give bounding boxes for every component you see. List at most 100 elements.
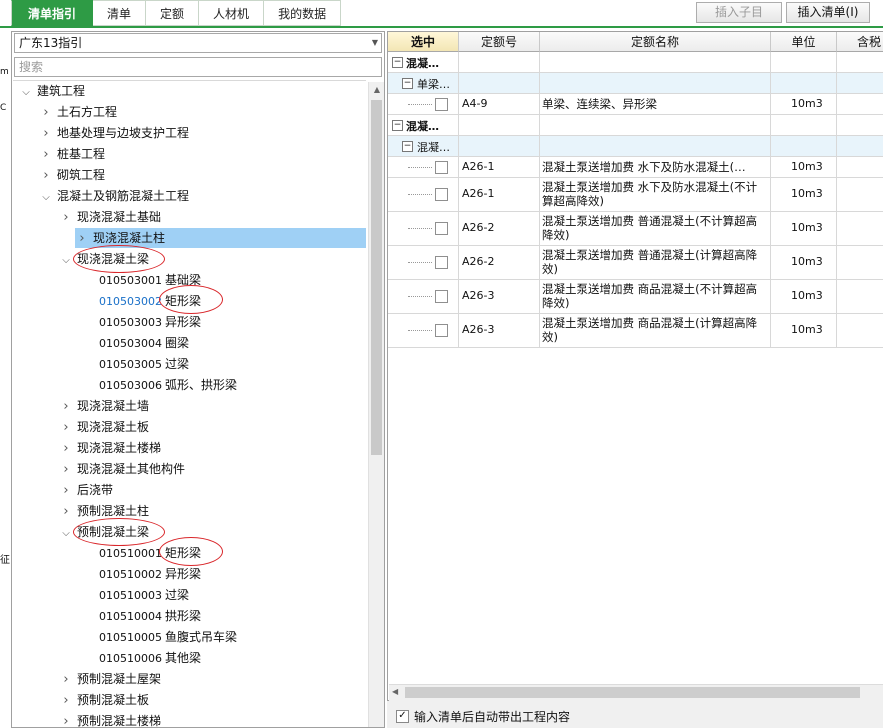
quota-row[interactable]: A26-2 混凝土泵送增加费 普通混凝土(不计算超高降效) 10m3 — [388, 212, 883, 246]
collapse-icon[interactable]: ⌵ — [19, 83, 33, 103]
expand-icon[interactable]: › — [39, 166, 53, 186]
tree-node-5[interactable]: ⌵ 混凝土及钢筋混凝土工程 — [13, 186, 189, 206]
expand-icon[interactable]: › — [59, 439, 73, 459]
dropdown-arrow-icon[interactable]: ▼ — [372, 34, 378, 52]
tree-item-label: 过梁 — [165, 357, 190, 371]
quota-unit: 10m3 — [791, 289, 823, 302]
row-select-checkbox[interactable] — [435, 256, 448, 269]
expand-icon[interactable]: › — [59, 712, 73, 727]
quota-name: 混凝土泵送增加费 商品混凝土(不计算超高降效) — [542, 282, 758, 310]
expand-icon[interactable]: › — [39, 145, 53, 165]
quota-row[interactable]: A26-2 混凝土泵送增加费 普通混凝土(计算超高降效) 10m3 — [388, 246, 883, 280]
group-row[interactable]: − 混凝… — [388, 136, 883, 157]
tree-item-010510005[interactable]: 010510005 鱼腹式吊车梁 — [13, 627, 237, 647]
row-select-checkbox[interactable] — [435, 222, 448, 235]
cell — [771, 115, 837, 135]
col-header-select[interactable]: 选中 — [388, 32, 459, 52]
collapse-box-icon[interactable]: − — [402, 141, 413, 152]
tree-node-29[interactable]: › 预制混凝土板 — [13, 690, 149, 710]
tree-node-2[interactable]: › 地基处理与边坡支护工程 — [13, 123, 189, 143]
tab-3[interactable]: 人材机 — [199, 0, 265, 26]
group-row[interactable]: − 单梁… — [388, 73, 883, 94]
expand-icon[interactable]: › — [59, 418, 73, 438]
expand-icon[interactable]: › — [39, 103, 53, 123]
tree-item-code: 010503006 — [99, 379, 162, 392]
tree-connector — [408, 262, 432, 263]
expand-icon[interactable]: › — [59, 481, 73, 501]
expand-icon[interactable]: › — [59, 460, 73, 480]
group-row[interactable]: − 混凝… — [388, 52, 883, 73]
collapse-box-icon[interactable]: − — [392, 57, 403, 68]
expand-icon[interactable]: › — [59, 691, 73, 711]
tree-item-010510004[interactable]: 010510004 拱形梁 — [13, 606, 201, 626]
search-input[interactable]: 搜索 — [14, 57, 382, 77]
tree-item-010510003[interactable]: 010510003 过梁 — [13, 585, 189, 605]
tree-item-label: 异形梁 — [165, 567, 202, 581]
tree-item-010503006[interactable]: 010503006 弧形、拱形梁 — [13, 375, 237, 395]
tree-item-010503003[interactable]: 010503003 异形梁 — [13, 312, 201, 332]
expand-icon[interactable]: › — [59, 502, 73, 522]
expand-icon[interactable]: › — [59, 397, 73, 417]
tree-node-6[interactable]: › 现浇混凝土基础 — [13, 207, 161, 227]
row-select-checkbox[interactable] — [435, 290, 448, 303]
tree-node-1[interactable]: › 土石方工程 — [13, 102, 117, 122]
tree-node-28[interactable]: › 预制混凝土屋架 — [13, 669, 161, 689]
tree-node-0[interactable]: ⌵ 建筑工程 — [13, 81, 85, 101]
col-header-tax[interactable]: 含税 — [837, 32, 883, 52]
collapse-icon[interactable]: ⌵ — [59, 524, 73, 544]
tree-node-17[interactable]: › 现浇混凝土楼梯 — [13, 438, 161, 458]
collapse-icon[interactable]: ⌵ — [39, 188, 53, 208]
tree-vertical-scrollbar[interactable]: ▲ — [368, 82, 384, 727]
row-select-checkbox[interactable] — [435, 98, 448, 111]
tab-4[interactable]: 我的数据 — [264, 0, 342, 26]
tab-0[interactable]: 清单指引 — [11, 0, 94, 26]
collapse-box-icon[interactable]: − — [392, 120, 403, 131]
grid-horizontal-scrollbar[interactable]: ◀ — [389, 684, 883, 701]
guide-library-select[interactable]: 广东13指引 ▼ — [14, 33, 382, 53]
insert-child-button[interactable]: 插入子目 — [696, 2, 782, 23]
col-header-code[interactable]: 定额号 — [459, 32, 540, 52]
row-select-checkbox[interactable] — [435, 188, 448, 201]
tree-item-label: 后浇带 — [77, 483, 114, 497]
group-label: 单梁… — [417, 78, 450, 91]
tree-item-010503004[interactable]: 010503004 圈梁 — [13, 333, 189, 353]
quota-row[interactable]: A4-9 单梁、连续梁、异形梁 10m3 — [388, 94, 883, 115]
tree-node-3[interactable]: › 桩基工程 — [13, 144, 105, 164]
tab-2[interactable]: 定额 — [146, 0, 200, 26]
insert-list-button[interactable]: 插入清单(I) — [786, 2, 870, 23]
tab-1[interactable]: 清单 — [93, 0, 147, 26]
auto-content-checkbox[interactable]: ✓ — [396, 710, 409, 723]
tree-item-010503005[interactable]: 010503005 过梁 — [13, 354, 189, 374]
tree-item-010510002[interactable]: 010510002 异形梁 — [13, 564, 201, 584]
scroll-up-icon[interactable]: ▲ — [369, 82, 384, 98]
cell — [837, 157, 883, 177]
tree-item-010510006[interactable]: 010510006 其他梁 — [13, 648, 201, 668]
quota-row[interactable]: A26-1 混凝土泵送增加费 水下及防水混凝土(… 10m3 — [388, 157, 883, 178]
tree-node-30[interactable]: › 预制混凝土楼梯 — [13, 711, 161, 727]
tree-node-16[interactable]: › 现浇混凝土板 — [13, 417, 149, 437]
tree-node-19[interactable]: › 后浇带 — [13, 480, 113, 500]
collapse-icon[interactable]: ⌵ — [59, 251, 73, 271]
main-tabs: 清单指引 清单 定额 人材机 我的数据 — [11, 0, 342, 27]
row-select-checkbox[interactable] — [435, 161, 448, 174]
expand-icon[interactable]: › — [75, 229, 89, 249]
quota-row[interactable]: A26-1 混凝土泵送增加费 水下及防水混凝土(不计算超高降效) 10m3 — [388, 178, 883, 212]
hscroll-thumb[interactable] — [405, 687, 860, 698]
expand-icon[interactable]: › — [59, 670, 73, 690]
quota-row[interactable]: A26-3 混凝土泵送增加费 商品混凝土(计算超高降效) 10m3 — [388, 314, 883, 348]
scroll-thumb[interactable] — [371, 100, 382, 455]
group-row[interactable]: − 混凝… — [388, 115, 883, 136]
col-header-unit[interactable]: 单位 — [771, 32, 837, 52]
tree-node-4[interactable]: › 砌筑工程 — [13, 165, 105, 185]
guide-tree: ⌵ 建筑工程 › 土石方工程 › 地基处理与边坡支护工程 › 桩基工程 › 砌筑工程 ⌵ 混凝土及钢筋… — [13, 80, 366, 727]
tree-node-15[interactable]: › 现浇混凝土墙 — [13, 396, 149, 416]
tree-node-18[interactable]: › 现浇混凝土其他构件 — [13, 459, 185, 479]
row-select-checkbox[interactable] — [435, 324, 448, 337]
scroll-left-icon[interactable]: ◀ — [392, 687, 398, 696]
col-header-name[interactable]: 定额名称 — [540, 32, 771, 52]
expand-icon[interactable]: › — [59, 208, 73, 228]
tree-item-label: 混凝土及钢筋混凝土工程 — [57, 189, 190, 203]
quota-row[interactable]: A26-3 混凝土泵送增加费 商品混凝土(不计算超高降效) 10m3 — [388, 280, 883, 314]
expand-icon[interactable]: › — [39, 124, 53, 144]
collapse-box-icon[interactable]: − — [402, 78, 413, 89]
